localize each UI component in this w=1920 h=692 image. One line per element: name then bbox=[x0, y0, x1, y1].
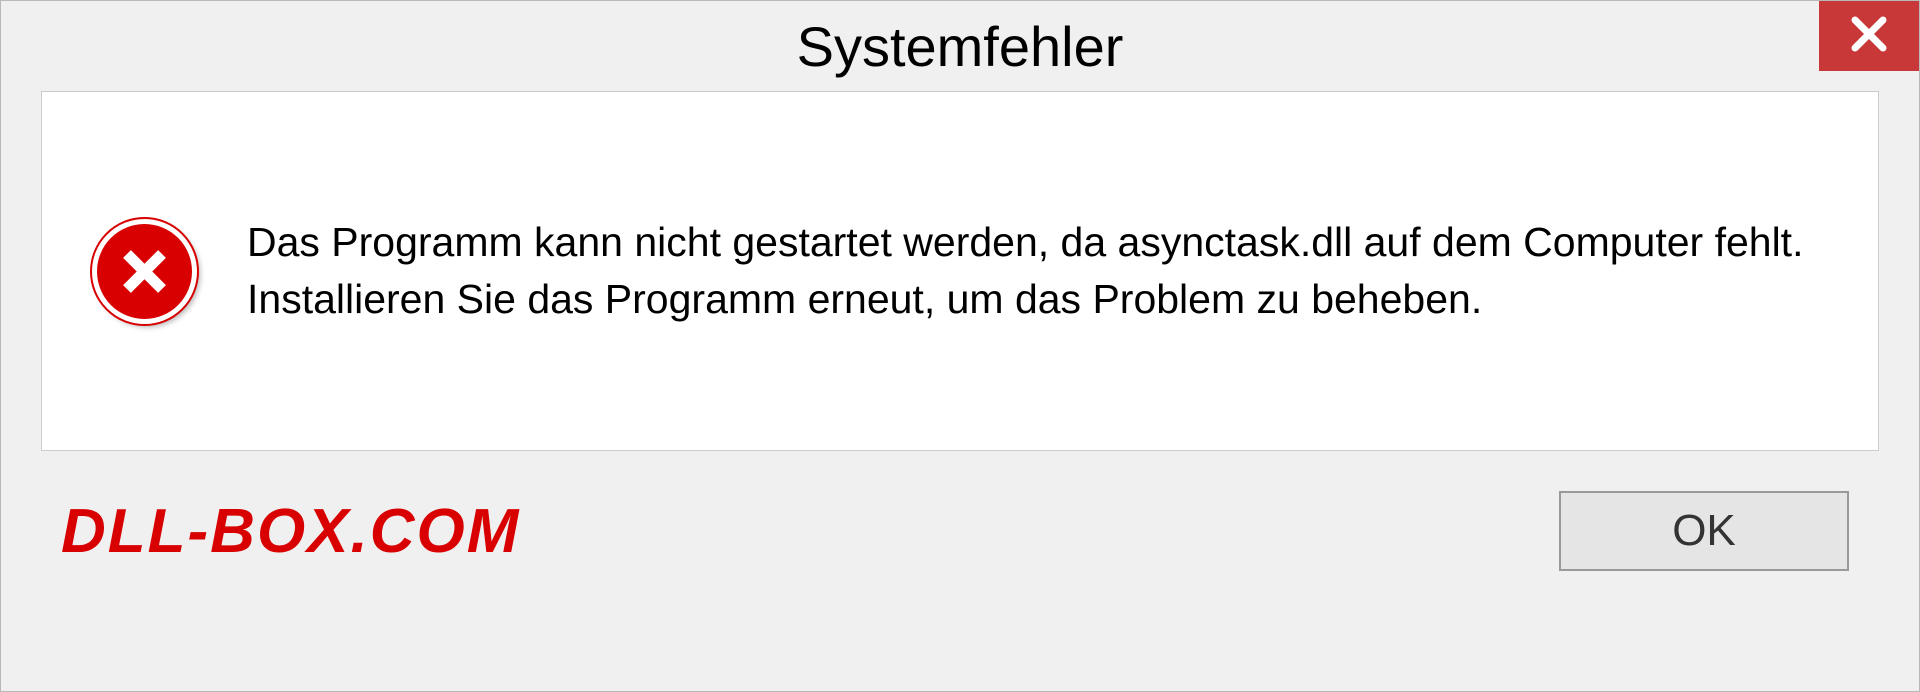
close-button[interactable] bbox=[1819, 1, 1919, 71]
error-dialog: Systemfehler Das Programm kann nicht ges… bbox=[0, 0, 1920, 692]
dialog-title: Systemfehler bbox=[797, 14, 1124, 79]
content-area: Das Programm kann nicht gestartet werden… bbox=[1, 91, 1919, 691]
watermark-text: DLL-BOX.COM bbox=[61, 496, 520, 567]
close-icon bbox=[1849, 14, 1889, 59]
ok-button[interactable]: OK bbox=[1559, 491, 1849, 571]
error-message: Das Programm kann nicht gestartet werden… bbox=[247, 214, 1827, 329]
ok-button-label: OK bbox=[1672, 506, 1736, 556]
dialog-footer: DLL-BOX.COM OK bbox=[41, 451, 1879, 611]
error-icon-wrapper bbox=[92, 219, 197, 324]
title-bar: Systemfehler bbox=[1, 1, 1919, 91]
error-icon bbox=[92, 219, 197, 324]
message-box: Das Programm kann nicht gestartet werden… bbox=[41, 91, 1879, 451]
